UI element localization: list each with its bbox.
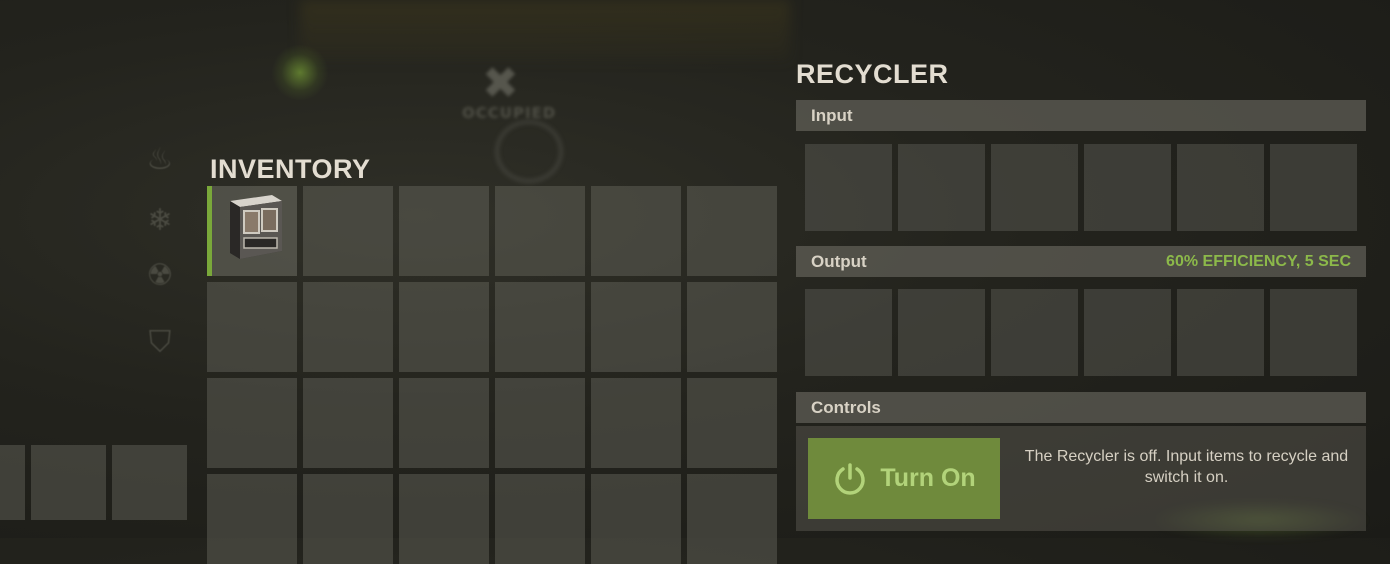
background-close-icon: ✖ <box>482 58 519 109</box>
inventory-slot[interactable] <box>207 282 297 372</box>
inventory-slot[interactable] <box>303 474 393 564</box>
output-slot[interactable] <box>991 289 1078 376</box>
recycler-status-text: The Recycler is off. Input items to recy… <box>1024 448 1349 486</box>
belt-slot[interactable] <box>112 445 187 520</box>
inventory-slot[interactable] <box>495 474 585 564</box>
flame-icon: ♨ <box>146 142 174 177</box>
background-green-light <box>270 45 330 100</box>
inventory-slot[interactable] <box>399 282 489 372</box>
controls-header: Controls <box>796 392 1366 423</box>
inventory-slot[interactable] <box>591 378 681 468</box>
storage-cabinet-icon <box>230 195 282 259</box>
power-icon <box>835 462 865 495</box>
inventory-grid <box>207 186 777 564</box>
output-header: Output 60% EFFICIENCY, 5 SEC <box>796 246 1366 277</box>
input-header: Input <box>796 100 1366 131</box>
background-glow-bar <box>300 0 790 60</box>
snowflake-icon: ❄ <box>147 203 173 238</box>
inventory-slot[interactable] <box>687 378 777 468</box>
inventory-slot[interactable] <box>495 378 585 468</box>
input-label: Input <box>811 106 853 125</box>
inventory-slot[interactable] <box>495 282 585 372</box>
inventory-slot[interactable] <box>207 186 297 276</box>
output-label: Output <box>811 252 867 271</box>
inventory-slot[interactable] <box>687 474 777 564</box>
radiation-icon: ☢ <box>146 258 174 293</box>
inventory-slot[interactable] <box>399 474 489 564</box>
output-slot[interactable] <box>1177 289 1264 376</box>
controls-panel: Turn On The Recycler is off. Input items… <box>796 426 1366 531</box>
input-slot[interactable] <box>805 144 892 231</box>
belt-slot[interactable] <box>31 445 106 520</box>
output-slots <box>805 289 1357 376</box>
background-occupied-label: OCCUPIED <box>462 104 557 122</box>
input-slot[interactable] <box>1270 144 1357 231</box>
output-slot[interactable] <box>805 289 892 376</box>
input-slot[interactable] <box>1177 144 1264 231</box>
input-slot[interactable] <box>1084 144 1171 231</box>
turn-on-label: Turn On <box>880 464 976 492</box>
inventory-slot[interactable] <box>591 282 681 372</box>
inventory-slot[interactable] <box>495 186 585 276</box>
output-slot[interactable] <box>1084 289 1171 376</box>
inventory-slot[interactable] <box>303 186 393 276</box>
inventory-slot[interactable] <box>687 282 777 372</box>
inventory-slot[interactable] <box>687 186 777 276</box>
input-slots <box>805 144 1357 231</box>
turn-on-button[interactable]: Turn On <box>808 438 1000 519</box>
efficiency-label: 60% EFFICIENCY, 5 SEC <box>1166 253 1351 270</box>
output-slot[interactable] <box>1270 289 1357 376</box>
belt-slot[interactable] <box>0 445 25 520</box>
recycler-title: RECYCLER <box>796 59 949 89</box>
inventory-slot[interactable] <box>207 474 297 564</box>
belt-bar <box>0 445 187 520</box>
inventory-slot[interactable] <box>399 378 489 468</box>
inventory-slot[interactable] <box>207 378 297 468</box>
inventory-slot[interactable] <box>303 378 393 468</box>
armor-icon: ⛉ <box>148 325 172 360</box>
inventory-title: INVENTORY <box>210 154 371 184</box>
input-slot[interactable] <box>991 144 1078 231</box>
controls-label: Controls <box>811 398 881 417</box>
background-ring <box>495 120 563 183</box>
output-slot[interactable] <box>898 289 985 376</box>
inventory-slot[interactable] <box>591 186 681 276</box>
inventory-slot[interactable] <box>303 282 393 372</box>
input-slot[interactable] <box>898 144 985 231</box>
inventory-slot[interactable] <box>591 474 681 564</box>
inventory-slot[interactable] <box>399 186 489 276</box>
